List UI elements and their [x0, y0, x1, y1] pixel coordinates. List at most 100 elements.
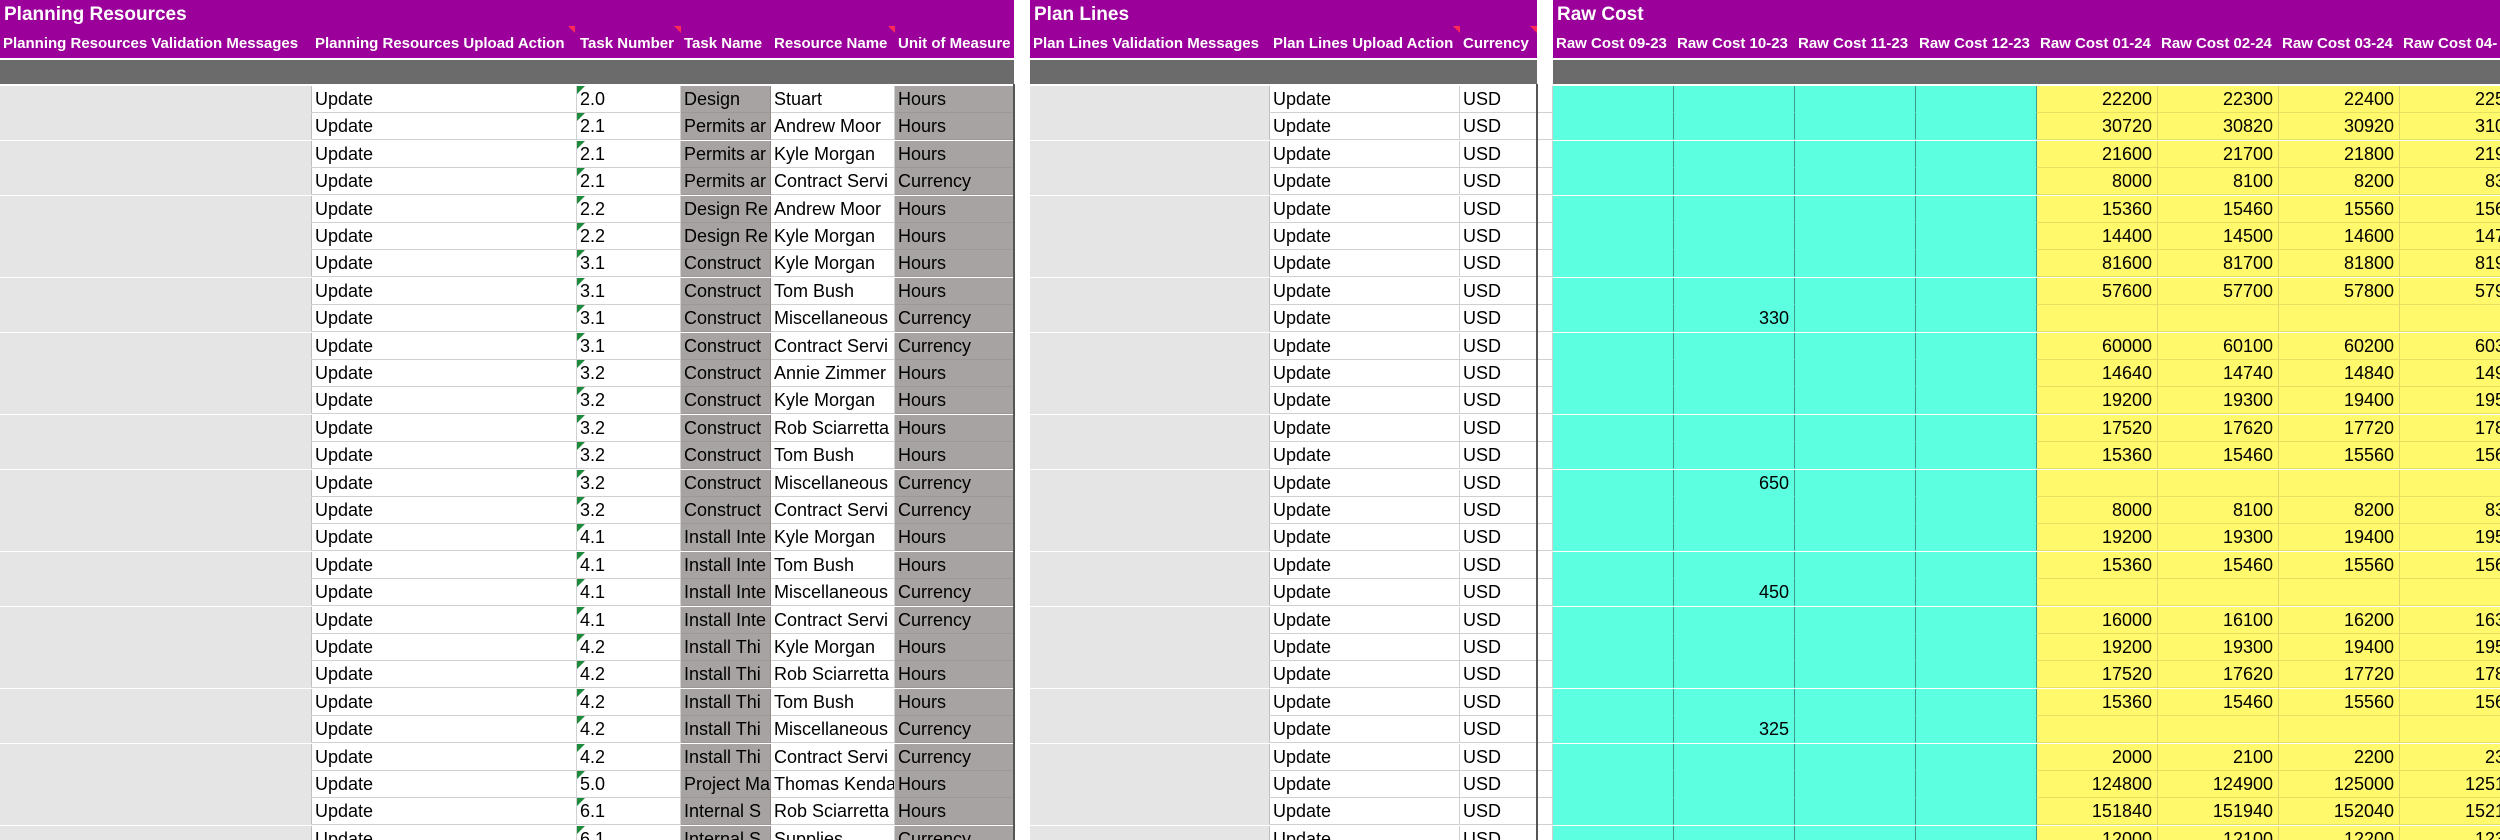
- unit-of-measure-cell[interactable]: Currency: [895, 305, 1014, 333]
- raw-cost-01-24-cell[interactable]: 8000: [2037, 497, 2158, 524]
- raw-cost-11-23-cell[interactable]: [1795, 140, 1916, 168]
- pr-upload-action-cell[interactable]: Update: [312, 360, 577, 387]
- raw-cost-12-23-cell[interactable]: [1916, 524, 2037, 552]
- task-number-cell[interactable]: 3.2: [577, 387, 681, 415]
- raw-cost-01-24-cell[interactable]: 15360: [2037, 551, 2158, 579]
- pl-upload-action-cell[interactable]: Update: [1270, 277, 1460, 305]
- raw-cost-03-24-cell[interactable]: 14600: [2279, 223, 2400, 250]
- pl-validation-message-cell[interactable]: [1030, 688, 1270, 716]
- task-number-cell[interactable]: 4.2: [577, 688, 681, 716]
- spacer-cell[interactable]: [1537, 360, 1553, 387]
- col-header-currency[interactable]: Currency: [1460, 33, 1537, 57]
- resource-name-cell[interactable]: Kyle Morgan: [771, 250, 895, 278]
- spacer-cell[interactable]: [1537, 305, 1553, 333]
- resource-name-cell[interactable]: Rob Sciarretta: [771, 661, 895, 689]
- pl-upload-action-cell[interactable]: Update: [1270, 250, 1460, 278]
- col-header-resource-name[interactable]: Resource Name: [771, 33, 895, 57]
- pr-validation-message-cell[interactable]: [0, 195, 312, 223]
- raw-cost-09-23-cell[interactable]: [1553, 168, 1674, 196]
- raw-cost-02-24-cell[interactable]: 19300: [2158, 634, 2279, 661]
- pl-upload-action-cell[interactable]: Update: [1270, 825, 1460, 840]
- raw-cost-04-24-cell[interactable]: 6030: [2400, 332, 2500, 360]
- raw-cost-09-23-cell[interactable]: [1553, 332, 1674, 360]
- raw-cost-02-24-cell[interactable]: [2158, 716, 2279, 744]
- task-name-cell[interactable]: Construct: [681, 250, 771, 278]
- raw-cost-11-23-cell[interactable]: [1795, 771, 1916, 798]
- raw-cost-01-24-cell[interactable]: [2037, 579, 2158, 607]
- task-name-cell[interactable]: Install Thi: [681, 688, 771, 716]
- raw-cost-01-24-cell[interactable]: [2037, 469, 2158, 497]
- raw-cost-11-23-cell[interactable]: [1795, 743, 1916, 771]
- raw-cost-10-23-cell[interactable]: [1674, 634, 1795, 661]
- raw-cost-09-23-cell[interactable]: [1553, 414, 1674, 442]
- currency-cell[interactable]: USD: [1460, 524, 1537, 552]
- pl-upload-action-cell[interactable]: Update: [1270, 86, 1460, 113]
- col-header-raw-cost-02-24[interactable]: Raw Cost 02-24: [2158, 33, 2279, 57]
- task-number-cell[interactable]: 2.1: [577, 113, 681, 141]
- pr-upload-action-cell[interactable]: Update: [312, 661, 577, 689]
- raw-cost-01-24-cell[interactable]: 17520: [2037, 414, 2158, 442]
- raw-cost-04-24-cell[interactable]: 830: [2400, 497, 2500, 524]
- pl-upload-action-cell[interactable]: Update: [1270, 579, 1460, 607]
- raw-cost-01-24-cell[interactable]: 57600: [2037, 277, 2158, 305]
- raw-cost-10-23-cell[interactable]: 325: [1674, 716, 1795, 744]
- raw-cost-03-24-cell[interactable]: 19400: [2279, 387, 2400, 415]
- currency-cell[interactable]: USD: [1460, 387, 1537, 415]
- pr-upload-action-cell[interactable]: Update: [312, 140, 577, 168]
- spacer-cell[interactable]: [1537, 113, 1553, 141]
- raw-cost-04-24-cell[interactable]: 2250: [2400, 86, 2500, 113]
- raw-cost-03-24-cell[interactable]: 15560: [2279, 551, 2400, 579]
- raw-cost-09-23-cell[interactable]: [1553, 524, 1674, 552]
- currency-cell[interactable]: USD: [1460, 716, 1537, 744]
- spacer-cell[interactable]: [1537, 551, 1553, 579]
- raw-cost-03-24-cell[interactable]: 81800: [2279, 250, 2400, 278]
- task-number-cell[interactable]: 2.1: [577, 168, 681, 196]
- raw-cost-10-23-cell[interactable]: [1674, 250, 1795, 278]
- raw-cost-03-24-cell[interactable]: 22400: [2279, 86, 2400, 113]
- task-number-cell[interactable]: 6.1: [577, 798, 681, 826]
- raw-cost-03-24-cell[interactable]: [2279, 716, 2400, 744]
- currency-cell[interactable]: USD: [1460, 360, 1537, 387]
- raw-cost-12-23-cell[interactable]: [1916, 414, 2037, 442]
- raw-cost-04-24-cell[interactable]: 1230: [2400, 825, 2500, 840]
- raw-cost-03-24-cell[interactable]: 8200: [2279, 497, 2400, 524]
- currency-cell[interactable]: USD: [1460, 551, 1537, 579]
- spacer-cell[interactable]: [1537, 688, 1553, 716]
- raw-cost-01-24-cell[interactable]: [2037, 716, 2158, 744]
- raw-cost-02-24-cell[interactable]: 8100: [2158, 497, 2279, 524]
- resource-name-cell[interactable]: Supplies: [771, 825, 895, 840]
- raw-cost-12-23-cell[interactable]: [1916, 195, 2037, 223]
- pl-validation-message-cell[interactable]: [1030, 661, 1270, 689]
- raw-cost-03-24-cell[interactable]: 16200: [2279, 606, 2400, 634]
- spacer-cell[interactable]: [1537, 579, 1553, 607]
- raw-cost-03-24-cell[interactable]: 17720: [2279, 661, 2400, 689]
- col-header-task-number[interactable]: Task Number: [577, 33, 681, 57]
- raw-cost-10-23-cell[interactable]: [1674, 606, 1795, 634]
- raw-cost-11-23-cell[interactable]: [1795, 332, 1916, 360]
- col-header-task-name[interactable]: Task Name: [681, 33, 771, 57]
- unit-of-measure-cell[interactable]: Hours: [895, 250, 1014, 278]
- pr-validation-message-cell[interactable]: [0, 825, 312, 840]
- resource-name-cell[interactable]: Tom Bush: [771, 277, 895, 305]
- raw-cost-10-23-cell[interactable]: [1674, 661, 1795, 689]
- raw-cost-10-23-cell[interactable]: [1674, 497, 1795, 524]
- currency-cell[interactable]: USD: [1460, 168, 1537, 196]
- raw-cost-02-24-cell[interactable]: 19300: [2158, 387, 2279, 415]
- raw-cost-11-23-cell[interactable]: [1795, 223, 1916, 250]
- pl-validation-message-cell[interactable]: [1030, 387, 1270, 415]
- pl-upload-action-cell[interactable]: Update: [1270, 387, 1460, 415]
- raw-cost-04-24-cell[interactable]: 1950: [2400, 634, 2500, 661]
- pl-upload-action-cell[interactable]: Update: [1270, 798, 1460, 826]
- raw-cost-09-23-cell[interactable]: [1553, 798, 1674, 826]
- raw-cost-11-23-cell[interactable]: [1795, 661, 1916, 689]
- raw-cost-10-23-cell[interactable]: 650: [1674, 469, 1795, 497]
- pr-upload-action-cell[interactable]: Update: [312, 688, 577, 716]
- pr-validation-message-cell[interactable]: [0, 634, 312, 661]
- raw-cost-10-23-cell[interactable]: [1674, 825, 1795, 840]
- raw-cost-02-24-cell[interactable]: 21700: [2158, 140, 2279, 168]
- spacer-cell[interactable]: [1537, 606, 1553, 634]
- pr-validation-message-cell[interactable]: [0, 798, 312, 826]
- raw-cost-12-23-cell[interactable]: [1916, 223, 2037, 250]
- pr-upload-action-cell[interactable]: Update: [312, 332, 577, 360]
- pr-upload-action-cell[interactable]: Update: [312, 387, 577, 415]
